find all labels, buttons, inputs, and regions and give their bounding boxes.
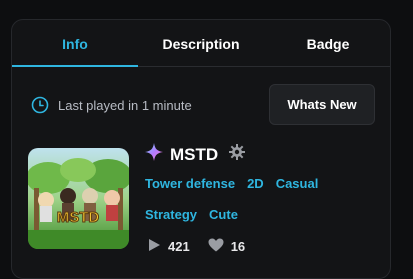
last-played: Last played in 1 minute [31, 96, 192, 114]
tab-bar: Info Description Badge [12, 20, 390, 67]
tag-casual[interactable]: Casual [276, 176, 319, 191]
tag-2d[interactable]: 2D [247, 176, 264, 191]
game-title-row: MSTD [145, 143, 246, 166]
heart-icon [208, 238, 224, 255]
game-thumbnail[interactable]: MSTD [28, 148, 129, 249]
tab-description[interactable]: Description [138, 20, 264, 67]
play-count: 421 [148, 238, 190, 255]
sparkle-icon [145, 143, 163, 166]
tab-info[interactable]: Info [12, 20, 138, 67]
game-info-card: Info Description Badge Last played in 1 … [11, 19, 391, 279]
play-icon [148, 238, 161, 255]
tag-tower-defense[interactable]: Tower defense [145, 176, 235, 191]
tag-cute[interactable]: Cute [209, 207, 238, 222]
like-count[interactable]: 16 [208, 238, 245, 255]
gear-icon[interactable] [229, 144, 246, 165]
clock-icon [31, 96, 49, 114]
tag-list: Tower defense 2D Casual Strategy Cute [145, 176, 375, 238]
active-tab-indicator [12, 65, 138, 67]
tag-strategy[interactable]: Strategy [145, 207, 197, 222]
thumbnail-title: MSTD [57, 209, 100, 226]
whats-new-button[interactable]: Whats New [269, 84, 375, 125]
game-stats: 421 16 [148, 238, 245, 255]
like-count-value: 16 [230, 239, 246, 254]
play-count-value: 421 [168, 239, 190, 254]
tab-badge[interactable]: Badge [264, 20, 390, 67]
last-played-text: Last played in 1 minute [58, 97, 192, 113]
game-name[interactable]: MSTD [170, 145, 218, 165]
